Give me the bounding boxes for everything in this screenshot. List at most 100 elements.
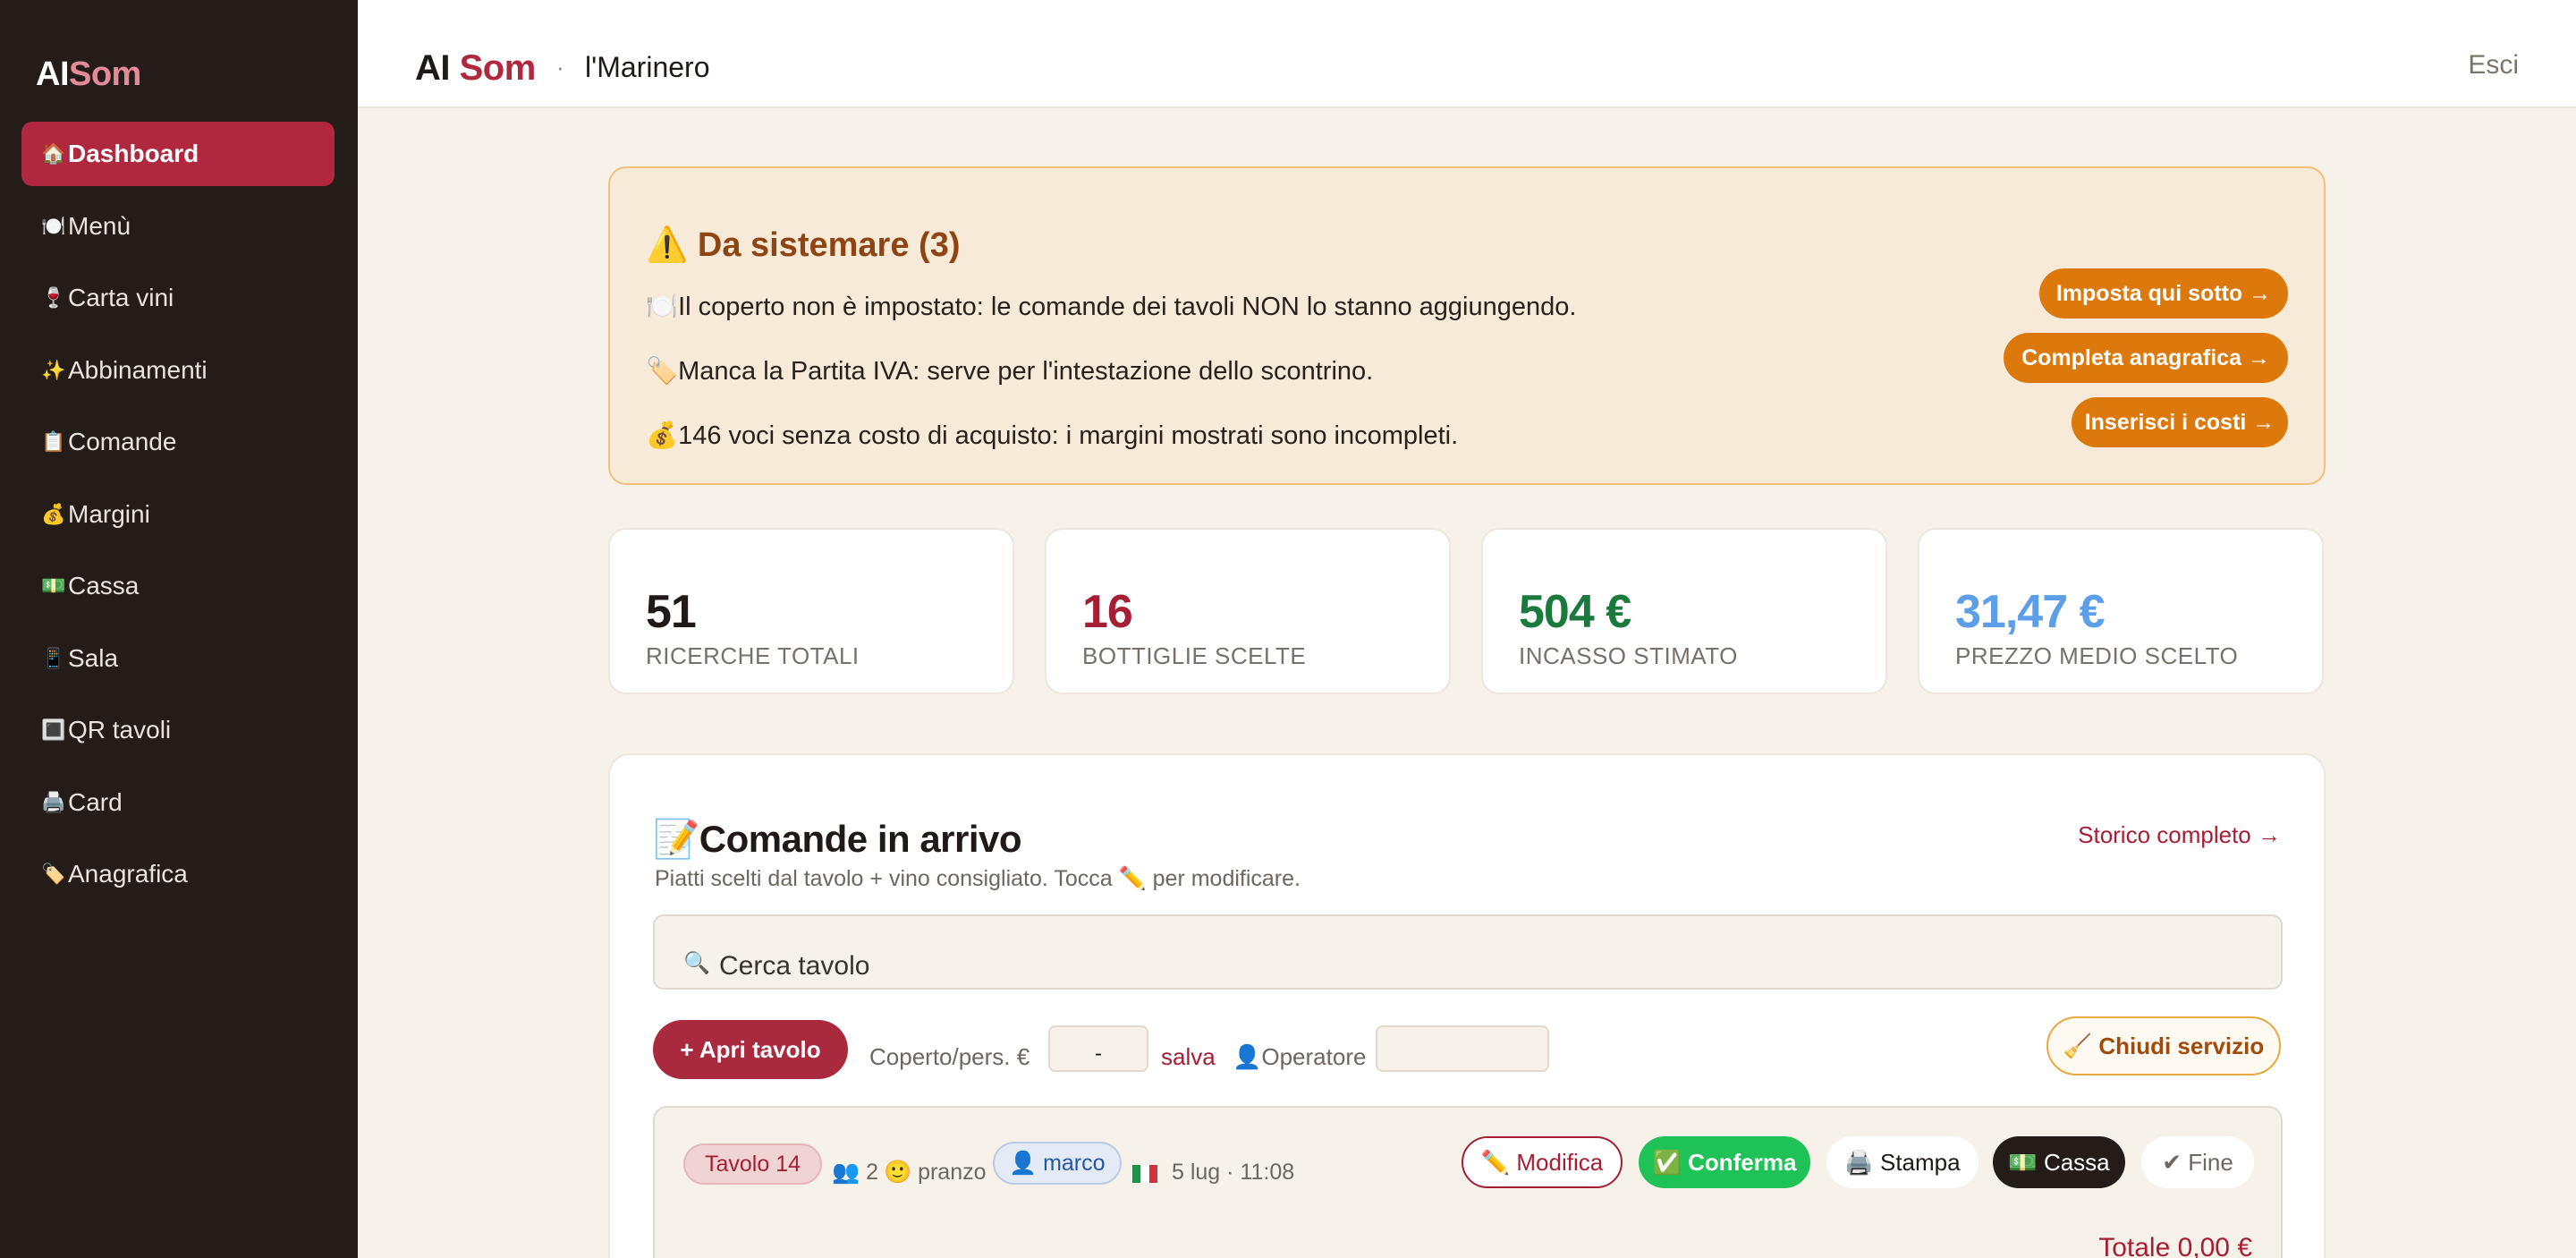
- logo-text-ai: AI: [36, 55, 70, 93]
- alert-item-text: 146 voci senza costo di acquisto: i marg…: [678, 421, 1459, 450]
- wine-glass-icon: 🍷: [41, 286, 66, 309]
- orders-title: 📝Comande in arrivo: [653, 818, 1022, 862]
- sidebar-item-room[interactable]: 📱 Sala: [21, 626, 335, 691]
- stat-card-avg-price: 31,47 € PREZZO MEDIO SCELTO: [1918, 528, 2324, 694]
- confirm-order-button[interactable]: ✅ Conferma: [1639, 1136, 1810, 1188]
- qr-code-icon: 🔳: [41, 718, 66, 741]
- brand-separator: ·: [556, 54, 564, 81]
- alert-item-vat: 🏷️Manca la Partita IVA: serve per l'inte…: [646, 356, 1373, 387]
- sidebar-logo[interactable]: AISom: [36, 55, 141, 94]
- sidebar-item-label: Menù: [68, 211, 131, 240]
- header-brand: AI Som: [415, 48, 536, 89]
- stat-label: BOTTIGLIE SCELTE: [1082, 642, 1307, 669]
- sidebar-item-qr-tables[interactable]: 🔳 QR tavoli: [21, 698, 335, 762]
- stat-value: 16: [1082, 586, 1133, 638]
- operator-badge: 👤 marco: [993, 1142, 1122, 1185]
- clipboard-icon: 📋: [41, 430, 66, 453]
- table-badge[interactable]: Tavolo 14: [683, 1143, 823, 1185]
- sidebar-item-card[interactable]: 🖨️ Card: [21, 770, 335, 835]
- orders-title-text: Comande in arrivo: [699, 818, 1022, 860]
- stat-value: 51: [646, 586, 697, 638]
- stat-value: 504 €: [1519, 586, 1631, 638]
- sidebar-item-label: Comande: [68, 428, 177, 455]
- sparkles-icon: ✨: [41, 358, 66, 381]
- open-table-button[interactable]: + Apri tavolo: [653, 1020, 848, 1079]
- stat-label: RICERCHE TOTALI: [646, 642, 860, 669]
- home-icon: 🏠: [41, 142, 66, 165]
- order-total: Totale 0,00 €: [2098, 1233, 2252, 1258]
- sidebar-item-orders[interactable]: 📋 Comande: [21, 410, 335, 474]
- finish-order-button[interactable]: ✔ Fine: [2141, 1136, 2254, 1188]
- sidebar-item-label: Dashboard: [68, 140, 199, 167]
- stat-card-searches: 51 RICERCHE TOTALI: [608, 528, 1014, 694]
- brand-text-som: Som: [459, 48, 537, 88]
- sidebar-item-label: Margini: [68, 499, 150, 528]
- operator-input[interactable]: [1376, 1025, 1549, 1072]
- edit-order-button[interactable]: ✏️ Modifica: [1462, 1136, 1623, 1188]
- plate-icon: 🍽️: [646, 293, 679, 321]
- sidebar-item-wine-list[interactable]: 🍷 Carta vini: [21, 266, 335, 330]
- warning-icon: ⚠️: [646, 226, 689, 264]
- stat-value: 31,47 €: [1955, 586, 2105, 638]
- orders-subtitle: Piatti scelti dal tavolo + vino consigli…: [655, 866, 1301, 891]
- sidebar-item-label: Cassa: [68, 572, 140, 599]
- stat-label: PREZZO MEDIO SCELTO: [1955, 642, 2239, 669]
- sidebar-item-registry[interactable]: 🏷️ Anagrafica: [21, 842, 335, 906]
- sidebar-item-menu[interactable]: 🍽️ Menù: [21, 194, 335, 259]
- logo-text-som: Som: [69, 55, 141, 93]
- insert-costs-button[interactable]: Inserisci i costi →: [2072, 397, 2288, 447]
- tag-icon: 🏷️: [41, 863, 66, 885]
- plate-icon: 🍽️: [41, 214, 66, 237]
- sidebar-item-label: QR tavoli: [68, 716, 172, 744]
- alert-item-text: Il coperto non è impostato: le comande d…: [678, 293, 1577, 321]
- sidebar-item-label: Carta vini: [68, 284, 174, 311]
- incoming-orders-card: 📝Comande in arrivo Piatti scelti dal tav…: [608, 753, 2326, 1258]
- memo-icon: 📝: [653, 818, 699, 860]
- stat-label: INCASSO STIMATO: [1519, 642, 1738, 669]
- order-datetime: 5 lug · 11:08: [1172, 1160, 1295, 1185]
- sidebar-item-pairings[interactable]: ✨ Abbinamenti: [21, 338, 335, 403]
- printer-icon: 🖨️: [41, 790, 66, 813]
- alert-item-cover: 🍽️Il coperto non è impostato: le comande…: [646, 292, 1576, 322]
- set-cover-button[interactable]: Imposta qui sotto →: [2039, 268, 2288, 319]
- sidebar: AISom 🏠 Dashboard 🍽️ Menù 🍷 Carta vini ✨ Abb…: [0, 0, 358, 1258]
- money-bag-icon: 💰: [41, 502, 66, 525]
- operator-label: 👤Operatore: [1233, 1043, 1367, 1070]
- sidebar-item-label: Abbinamenti: [68, 355, 208, 384]
- close-service-button[interactable]: 🧹 Chiudi servizio: [2046, 1016, 2281, 1075]
- top-bar: AI Som · l'Marinero Esci: [358, 0, 2576, 108]
- save-cover-link[interactable]: salva: [1161, 1043, 1216, 1071]
- order-row: Tavolo 14 👥 2 🙂 pranzo 👤 marco 5 lug · 1…: [653, 1106, 2283, 1258]
- brand-text-ai: AI: [415, 48, 451, 88]
- sidebar-item-label: Sala: [68, 643, 119, 672]
- sidebar-item-dashboard[interactable]: 🏠 Dashboard: [21, 122, 335, 186]
- sidebar-item-label: Anagrafica: [68, 860, 188, 888]
- sidebar-item-margins[interactable]: 💰 Margini: [21, 482, 335, 547]
- alert-title: ⚠️ Da sistemare (3): [646, 225, 960, 265]
- restaurant-name: l'Marinero: [585, 51, 710, 83]
- stat-card-revenue: 504 € INCASSO STIMATO: [1481, 528, 1887, 694]
- stat-card-bottles: 16 BOTTIGLIE SCELTE: [1045, 528, 1451, 694]
- alert-item-text: Manca la Partita IVA: serve per l'intest…: [678, 357, 1374, 386]
- alert-title-text: Da sistemare (3): [697, 226, 961, 264]
- money-bag-icon: 💰: [646, 421, 679, 450]
- logout-button[interactable]: Esci: [2468, 50, 2519, 81]
- banknote-icon: 💵: [41, 574, 66, 597]
- tag-icon: 🏷️: [646, 357, 679, 386]
- alert-item-costs: 💰146 voci senza costo di acquisto: i mar…: [646, 421, 1458, 451]
- table-search-input[interactable]: [719, 945, 2150, 988]
- guests-count: 👥 2: [832, 1160, 878, 1185]
- sidebar-item-cash[interactable]: 💵 Cassa: [21, 554, 335, 618]
- meal-type: 🙂 pranzo: [884, 1160, 987, 1185]
- cover-per-person-input[interactable]: -: [1048, 1025, 1148, 1072]
- search-icon: 🔍: [683, 951, 710, 975]
- sidebar-nav: 🏠 Dashboard 🍽️ Menù 🍷 Carta vini ✨ Abbinamen…: [21, 122, 335, 914]
- italy-flag-icon: [1132, 1165, 1157, 1183]
- print-order-button[interactable]: 🖨️ Stampa: [1826, 1136, 1979, 1188]
- complete-registry-button[interactable]: Completa anagrafica →: [2004, 333, 2288, 383]
- sidebar-item-label: Card: [68, 787, 123, 816]
- phone-icon: 📱: [41, 646, 66, 669]
- full-history-link[interactable]: Storico completo →: [2078, 821, 2281, 849]
- cover-per-person-label: Coperto/pers. €: [869, 1043, 1030, 1070]
- cash-order-button[interactable]: 💵 Cassa: [1993, 1136, 2125, 1188]
